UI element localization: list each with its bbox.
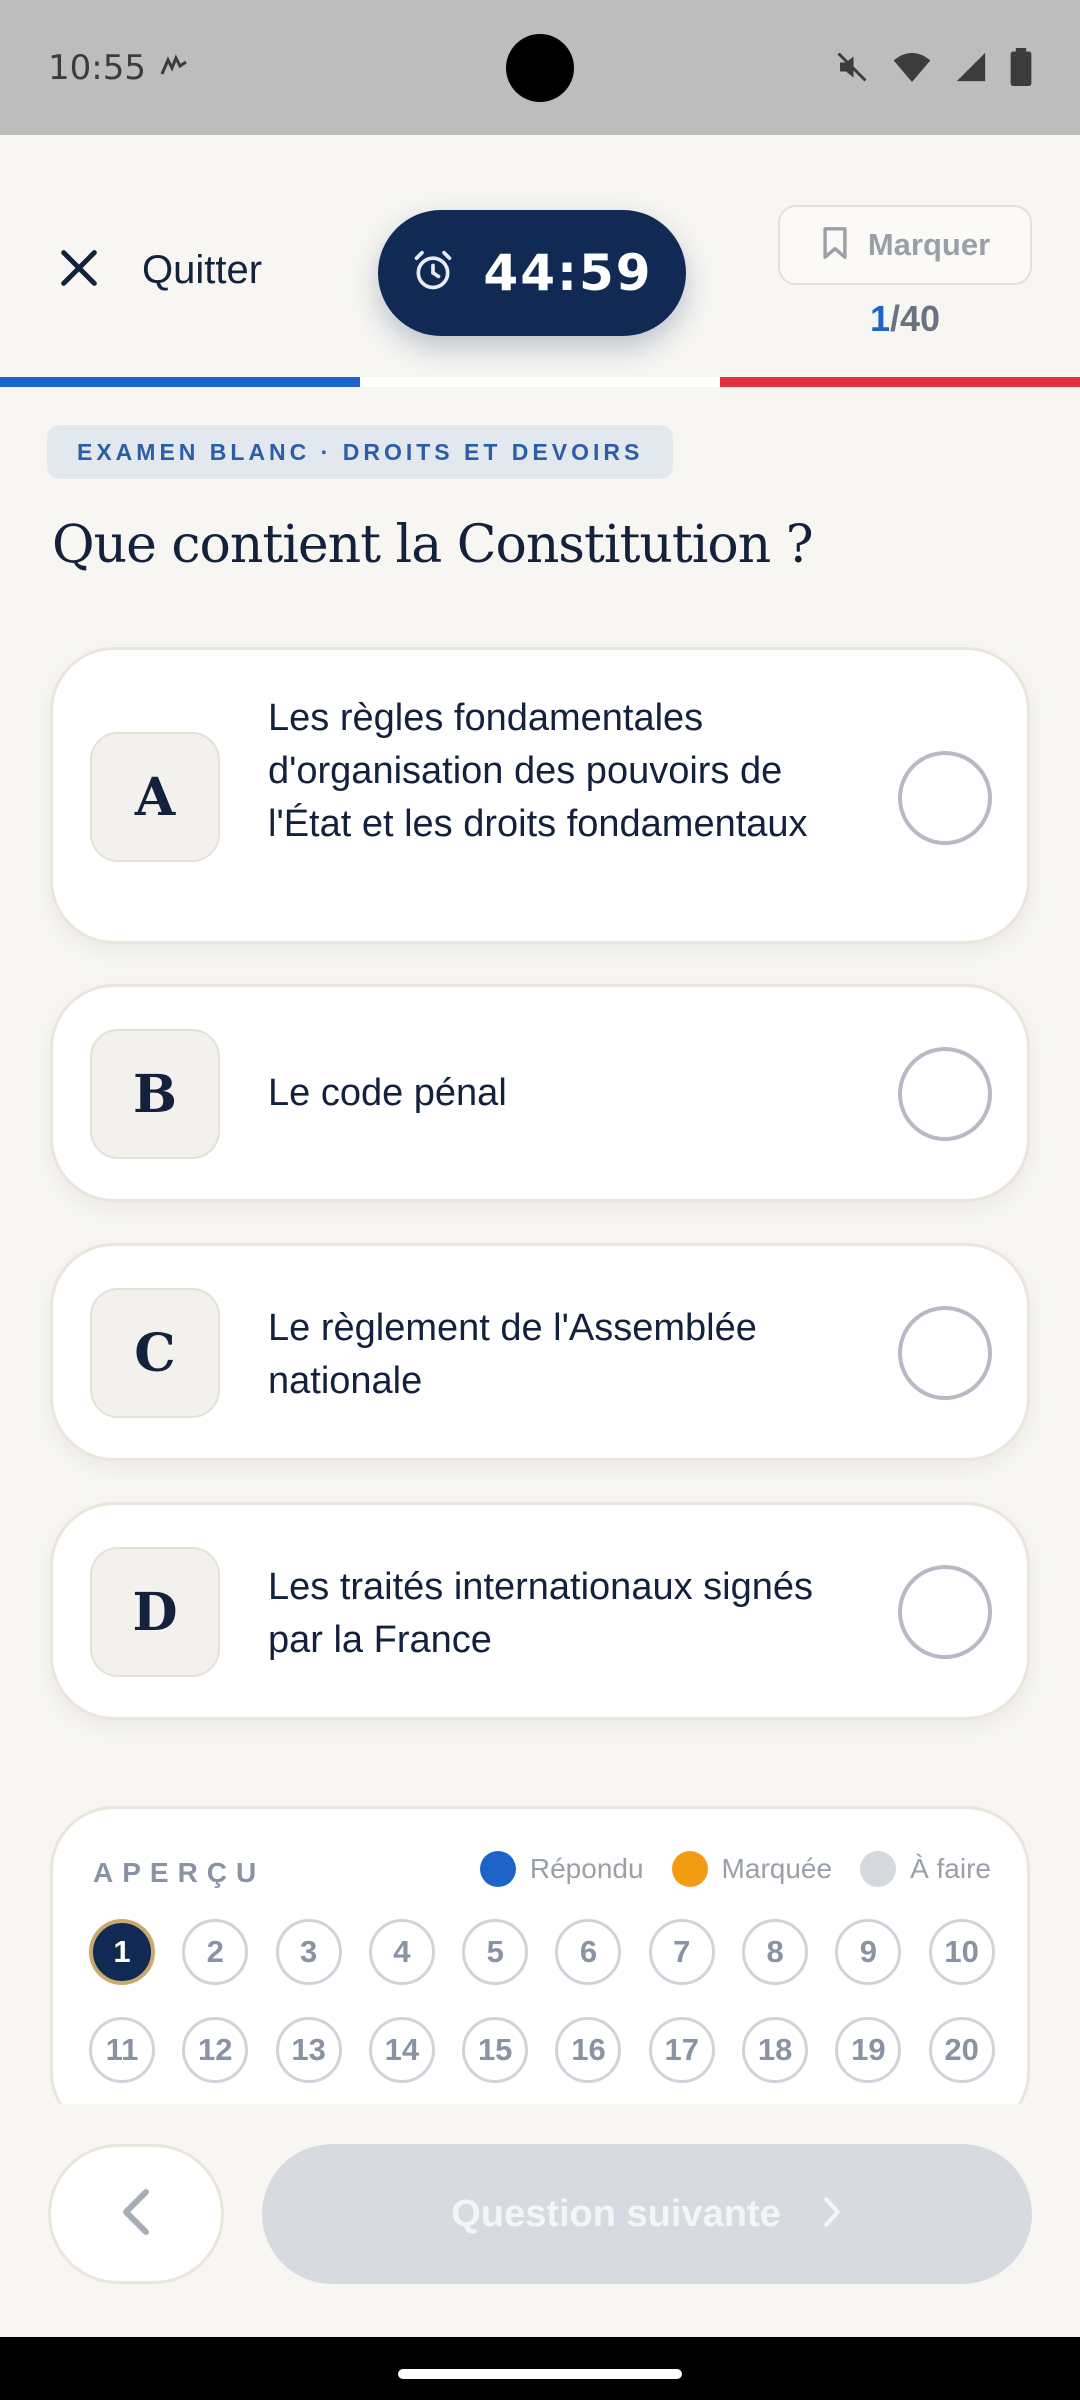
question-number[interactable]: 10: [928, 1919, 995, 1985]
question-title: Que contient la Constitution ?: [52, 515, 814, 575]
category-badge: EXAMEN BLANC · DROITS ET DEVOIRS: [47, 425, 674, 479]
question-number[interactable]: 6: [555, 1919, 622, 1985]
legend-dot: [860, 1851, 897, 1887]
legend-dot: [479, 1851, 516, 1887]
question-number[interactable]: 16: [555, 2017, 622, 2083]
timer: 44:59: [378, 210, 686, 336]
exam-header: Quitter 44:59 Marquer 1/40: [0, 135, 1080, 388]
question-number[interactable]: 15: [462, 2017, 529, 2083]
option-text: Le code pénal: [268, 1072, 507, 1114]
camera-cutout: [506, 34, 574, 102]
battery-icon: [1010, 48, 1032, 91]
chevron-right-icon: [821, 2195, 843, 2234]
strip-red: [720, 377, 1080, 387]
option-radio[interactable]: [898, 1306, 992, 1400]
option-text: Les règles fondamentales d'organisation …: [268, 697, 808, 845]
mute-icon: [834, 49, 870, 90]
option-text: Les traités internationaux signés par la…: [268, 1566, 813, 1661]
tricolor-strip: [0, 377, 1080, 387]
chevron-left-icon: [119, 2188, 153, 2241]
status-bar: 10:55: [0, 0, 1080, 135]
status-time: 10:55: [48, 48, 146, 88]
question-number[interactable]: 19: [835, 2017, 902, 2083]
option-radio[interactable]: [898, 751, 992, 845]
strip-blue: [0, 377, 360, 387]
overview-title: APERÇU: [93, 1857, 266, 1888]
mark-label: Marquer: [867, 227, 991, 262]
option-letter: C: [90, 1288, 220, 1418]
system-nav-bar: [0, 2337, 1080, 2400]
quit-button[interactable]: Quitter: [56, 245, 262, 296]
question-counter: 1/40: [778, 298, 1032, 340]
signal-icon: [954, 50, 988, 89]
bottom-action-bar: Question suivante: [0, 2104, 1080, 2337]
counter-current: 1: [869, 298, 890, 339]
question-number[interactable]: 20: [928, 2017, 995, 2083]
notification-icon: [160, 54, 188, 83]
question-number[interactable]: 18: [742, 2017, 809, 2083]
question-number[interactable]: 1: [89, 1919, 155, 1985]
option-text: Le règlement de l'Assemblée nationale: [268, 1307, 757, 1402]
legend-todo: À faire: [860, 1851, 991, 1887]
legend-marked: Marquée: [671, 1851, 833, 1887]
strip-white: [360, 377, 720, 387]
next-question-button[interactable]: Question suivante: [262, 2144, 1032, 2284]
question-number[interactable]: 3: [275, 1919, 342, 1985]
legend-answered: Répondu: [479, 1851, 644, 1887]
question-number[interactable]: 11: [89, 2017, 155, 2083]
option-a[interactable]: A Les règles fondamentales d'organisatio…: [50, 647, 1030, 944]
quit-label: Quitter: [142, 248, 263, 292]
question-grid: 1 2 3 4 5 6 7 8 9 10 11 12 13 14 15 16 1…: [89, 1919, 999, 2083]
legend-label: Marquée: [721, 1853, 833, 1884]
close-icon: [56, 245, 102, 296]
question-number[interactable]: 5: [462, 1919, 529, 1985]
alarm-clock-icon: [411, 249, 455, 298]
overview-panel: APERÇU Répondu Marquée À faire 1 2 3 4 5…: [50, 1806, 1030, 2136]
bookmark-icon: [820, 226, 850, 265]
previous-button[interactable]: [48, 2144, 224, 2284]
home-indicator[interactable]: [398, 2369, 682, 2379]
option-c[interactable]: C Le règlement de l'Assemblée nationale: [50, 1243, 1030, 1461]
next-question-label: Question suivante: [451, 2192, 781, 2235]
option-b[interactable]: B Le code pénal: [50, 984, 1030, 1202]
option-letter: B: [90, 1029, 220, 1159]
question-number[interactable]: 13: [275, 2017, 342, 2083]
option-letter: D: [90, 1547, 220, 1677]
question-number[interactable]: 9: [835, 1919, 902, 1985]
wifi-icon: [892, 50, 932, 89]
option-radio[interactable]: [898, 1047, 992, 1141]
option-letter: A: [90, 732, 220, 862]
mark-button[interactable]: Marquer: [778, 205, 1032, 285]
legend-label: À faire: [910, 1853, 991, 1884]
option-d[interactable]: D Les traités internationaux signés par …: [50, 1502, 1030, 1720]
counter-total: /40: [889, 298, 941, 339]
question-number[interactable]: 17: [648, 2017, 715, 2083]
question-number[interactable]: 2: [182, 1919, 249, 1985]
overview-legend: Répondu Marquée À faire: [479, 1851, 991, 1887]
question-number[interactable]: 12: [182, 2017, 249, 2083]
question-number[interactable]: 14: [368, 2017, 435, 2083]
legend-dot: [671, 1851, 708, 1887]
option-radio[interactable]: [898, 1565, 992, 1659]
question-number[interactable]: 7: [648, 1919, 715, 1985]
question-number[interactable]: 4: [368, 1919, 435, 1985]
timer-value: 44:59: [483, 244, 653, 302]
question-number[interactable]: 8: [742, 1919, 809, 1985]
legend-label: Répondu: [529, 1853, 644, 1884]
